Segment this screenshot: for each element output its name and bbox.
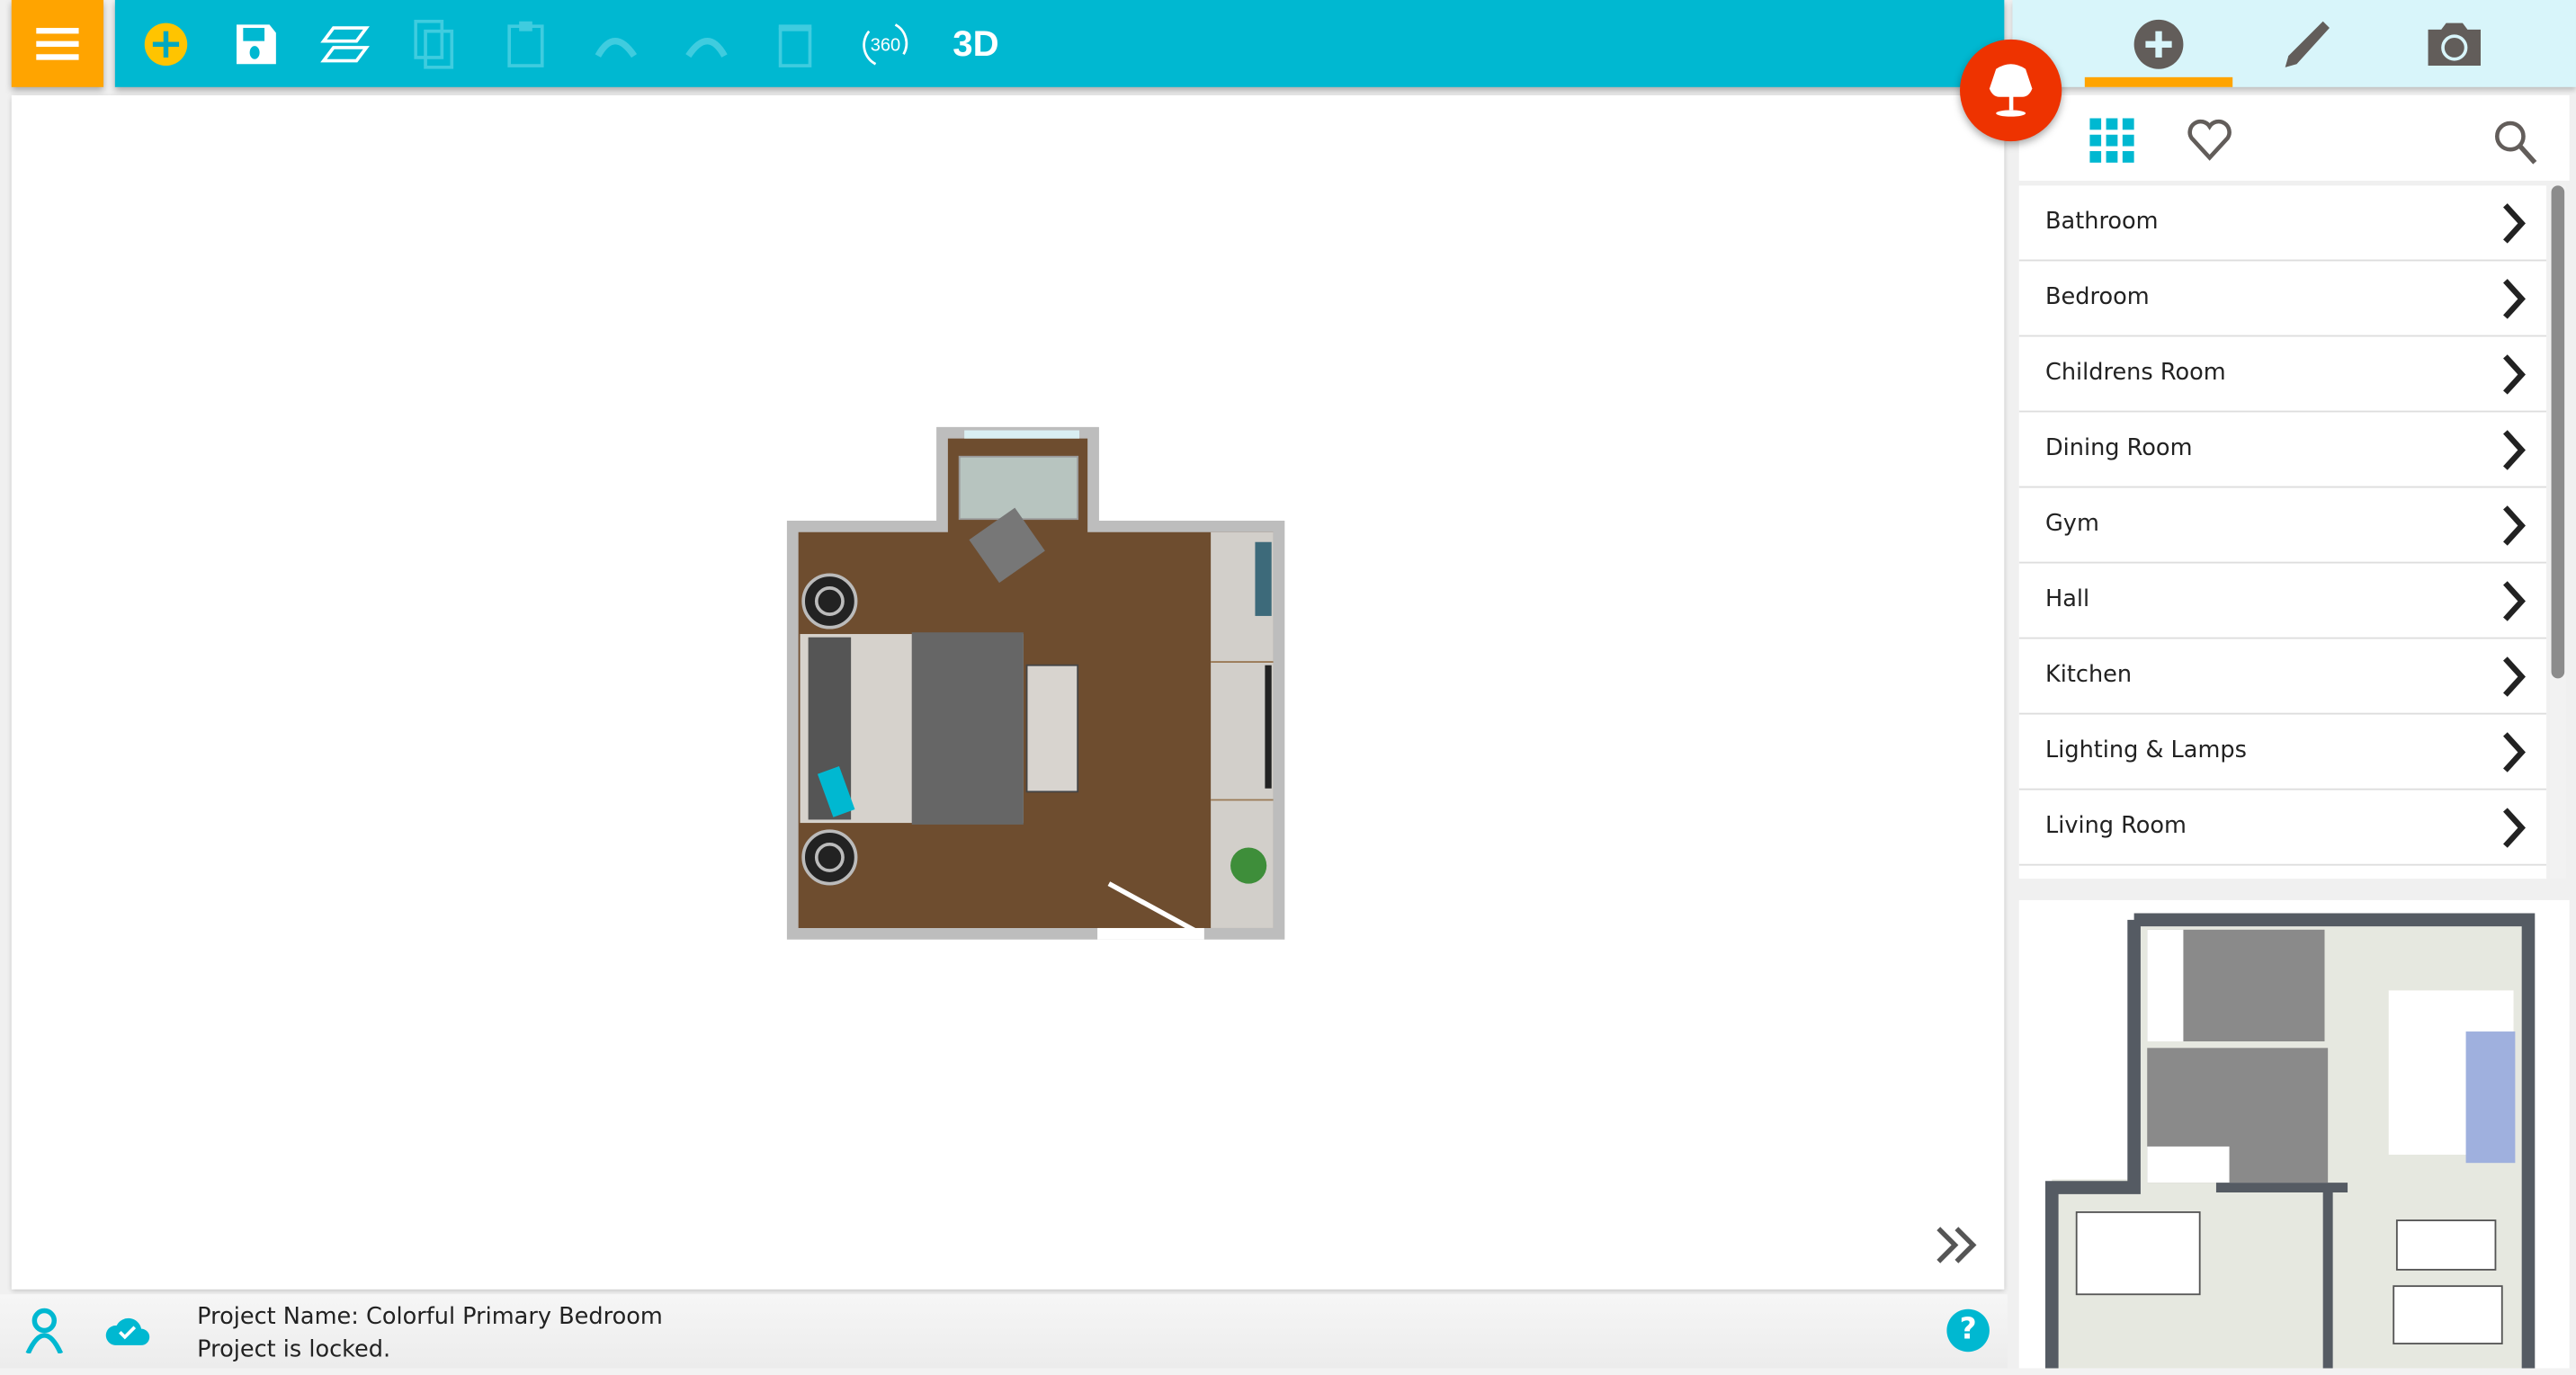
category-item[interactable]: Living Room bbox=[2018, 790, 2547, 866]
tab-edit[interactable] bbox=[2232, 0, 2380, 87]
tab-add[interactable] bbox=[2084, 0, 2233, 87]
minimap-plan bbox=[2044, 913, 2536, 1369]
category-label: Hall bbox=[2044, 586, 2090, 613]
chevron-right-icon bbox=[2503, 505, 2526, 546]
redo-icon bbox=[685, 38, 728, 58]
cloud-check-icon bbox=[105, 1317, 150, 1345]
category-item[interactable]: Dining Room bbox=[2018, 412, 2547, 488]
save-icon bbox=[237, 24, 276, 65]
paste-button[interactable] bbox=[496, 14, 556, 74]
toolbar: 360 3D bbox=[114, 0, 2005, 87]
undo-icon bbox=[595, 38, 638, 58]
expand-panel-button[interactable] bbox=[1934, 1226, 1980, 1272]
save-button[interactable] bbox=[227, 14, 286, 74]
add-button[interactable] bbox=[137, 14, 196, 74]
active-tab-indicator bbox=[2084, 76, 2233, 87]
undo-button[interactable] bbox=[586, 14, 646, 74]
svg-text:360: 360 bbox=[871, 36, 900, 56]
chair-icon bbox=[1989, 64, 2033, 117]
user-icon bbox=[25, 1308, 64, 1355]
status-bar: Project Name: Colorful Primary Bedroom P… bbox=[0, 1294, 2008, 1369]
search-icon bbox=[2494, 121, 2537, 165]
category-label: Kitchen bbox=[2044, 662, 2133, 689]
door-opening bbox=[1097, 927, 1204, 940]
plant bbox=[1230, 847, 1267, 884]
blanket bbox=[911, 632, 1024, 825]
hamburger-icon bbox=[36, 27, 79, 59]
category-item[interactable]: Kitchen bbox=[2018, 639, 2547, 715]
floor-plan-canvas[interactable] bbox=[11, 94, 2005, 1290]
rotate-360-icon: 360 bbox=[863, 23, 908, 66]
chevron-right-icon bbox=[2503, 656, 2526, 697]
project-status: Project is locked. bbox=[197, 1336, 391, 1363]
plus-circle-icon bbox=[144, 22, 188, 67]
chevron-right-icon bbox=[2503, 732, 2526, 772]
rug-bottom bbox=[801, 829, 858, 886]
grid-icon bbox=[2089, 118, 2134, 163]
copy-icon bbox=[414, 19, 454, 69]
pencil-icon bbox=[2285, 20, 2330, 67]
category-item[interactable]: Hall bbox=[2018, 563, 2547, 639]
user-button[interactable] bbox=[24, 1308, 64, 1360]
trash-icon bbox=[778, 24, 812, 67]
category-label: Bedroom bbox=[2044, 283, 2150, 311]
category-label: Bathroom bbox=[2044, 208, 2159, 236]
delete-button[interactable] bbox=[765, 14, 825, 74]
chevron-right-icon bbox=[2503, 581, 2526, 621]
right-panel-tabs bbox=[2012, 0, 2576, 87]
chevron-right-icon bbox=[2503, 203, 2526, 244]
category-label: Childrens Room bbox=[2044, 360, 2226, 387]
redo-button[interactable] bbox=[677, 14, 737, 74]
category-item[interactable]: Lighting & Lamps bbox=[2018, 715, 2547, 790]
floor-plan bbox=[786, 426, 1285, 940]
bench bbox=[1025, 664, 1079, 793]
project-name: Project Name: Colorful Primary Bedroom bbox=[197, 1304, 663, 1331]
chevron-right-icon bbox=[2503, 808, 2526, 848]
grid-view-button[interactable] bbox=[2089, 118, 2135, 171]
view-3d-button[interactable]: 3D bbox=[946, 14, 1006, 74]
minimap[interactable] bbox=[2018, 899, 2570, 1369]
category-item[interactable]: Gym bbox=[2018, 487, 2547, 564]
category-label: Gym bbox=[2044, 511, 2099, 538]
copy-button[interactable] bbox=[406, 14, 465, 74]
category-list: Bathroom Bedroom Childrens Room Dining Room… bbox=[2018, 185, 2547, 879]
category-label: Dining Room bbox=[2044, 435, 2193, 462]
desk bbox=[958, 455, 1079, 521]
layers-icon bbox=[320, 26, 370, 63]
plus-circle-icon bbox=[2133, 19, 2184, 68]
floors-button[interactable] bbox=[316, 14, 375, 74]
chevron-right-icon bbox=[2503, 279, 2526, 319]
category-scrollbar[interactable] bbox=[2549, 185, 2566, 879]
rug-top bbox=[801, 573, 858, 629]
chevron-right-icon bbox=[2503, 354, 2526, 395]
camera-icon bbox=[2428, 22, 2482, 66]
help-icon: ? bbox=[1959, 1312, 1977, 1347]
category-item[interactable]: Bathroom bbox=[2018, 185, 2547, 262]
menu-button[interactable] bbox=[11, 0, 104, 87]
category-item[interactable]: Childrens Room bbox=[2018, 336, 2547, 413]
category-label: Living Room bbox=[2044, 813, 2187, 840]
scrollbar-thumb[interactable] bbox=[2551, 185, 2565, 679]
chevron-right-icon bbox=[2503, 430, 2526, 470]
catalog-toolbar bbox=[2018, 94, 2570, 181]
search-button[interactable] bbox=[2492, 119, 2538, 171]
cloud-save-status[interactable] bbox=[103, 1314, 153, 1353]
favorites-button[interactable] bbox=[2187, 119, 2232, 168]
category-item[interactable]: Bedroom bbox=[2018, 261, 2547, 337]
double-chevron-right-icon bbox=[1936, 1227, 1977, 1263]
clipboard-icon bbox=[507, 21, 544, 67]
furniture-catalog-button[interactable] bbox=[1960, 39, 2062, 142]
tab-snapshot[interactable] bbox=[2381, 0, 2528, 87]
heart-icon bbox=[2187, 119, 2232, 161]
view-360-button[interactable]: 360 bbox=[856, 14, 916, 74]
category-label: Lighting & Lamps bbox=[2044, 737, 2247, 764]
help-button[interactable]: ? bbox=[1946, 1308, 1990, 1353]
